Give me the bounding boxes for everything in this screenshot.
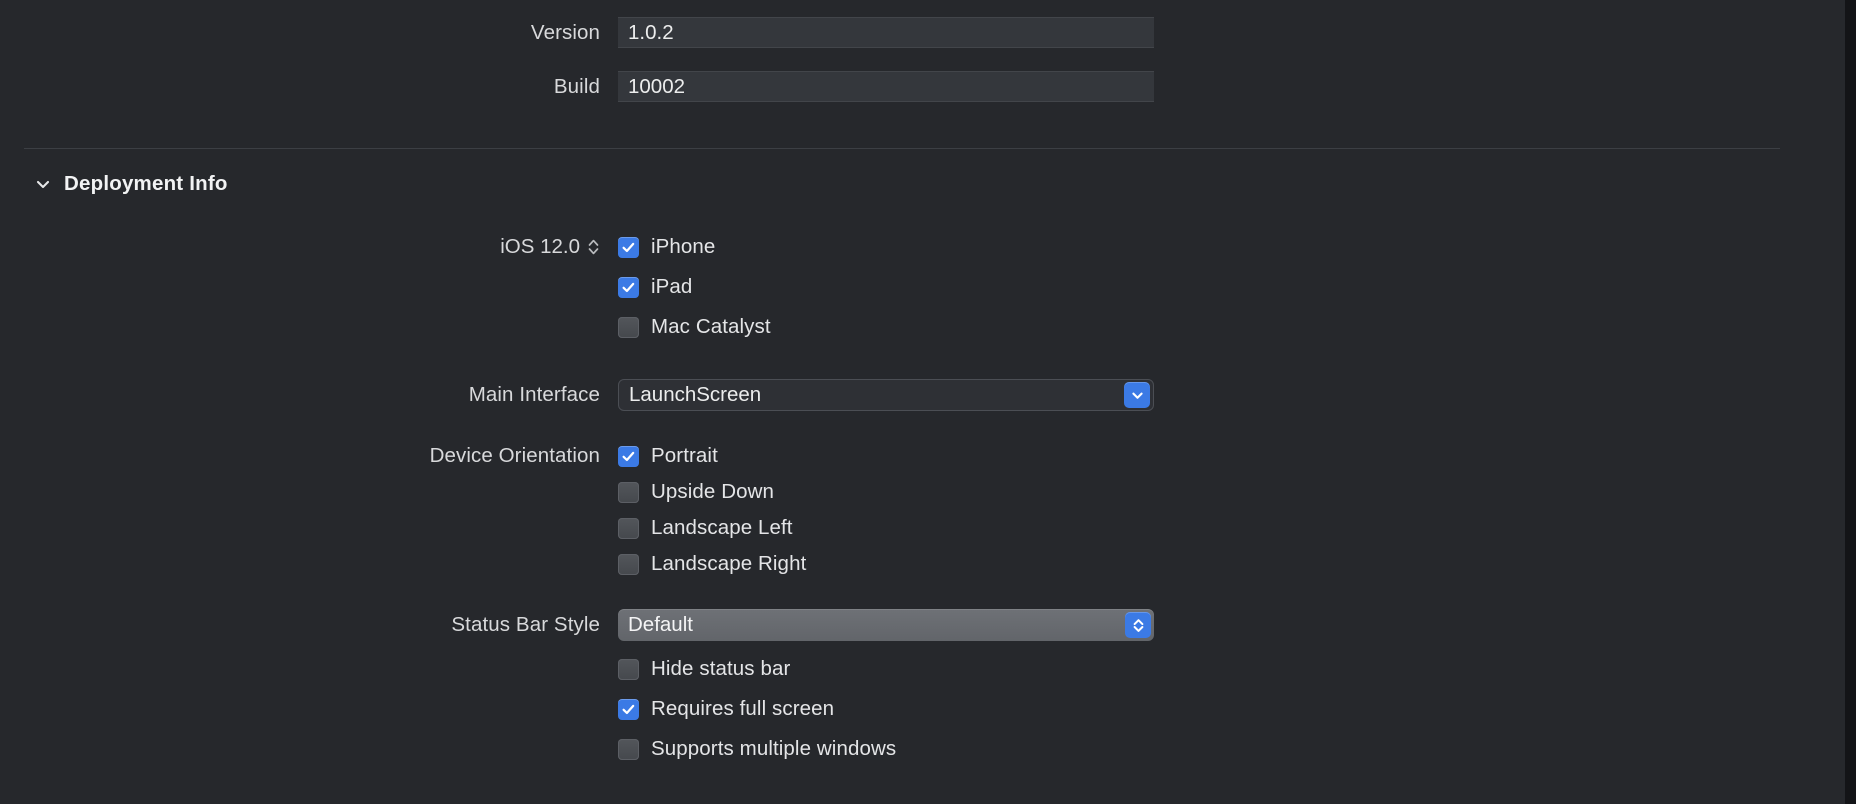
orientation-landscape-left-checkbox-row[interactable]: Landscape Left: [618, 516, 793, 540]
orientation-landscape-left-checkbox[interactable]: [618, 517, 639, 539]
chevron-down-icon[interactable]: [34, 175, 52, 193]
device-ipad-checkbox-row[interactable]: iPad: [618, 275, 692, 299]
deployment-target-stepper[interactable]: iOS 12.0: [0, 235, 618, 259]
orientation-upside-down-checkbox-row[interactable]: Upside Down: [618, 480, 774, 504]
deployment-info-title: Deployment Info: [64, 172, 228, 195]
main-interface-row: Main Interface LaunchScreen: [0, 379, 1154, 411]
version-input[interactable]: 1.0.2: [618, 17, 1154, 48]
orientation-upside-down-checkbox[interactable]: [618, 481, 639, 503]
device-orientation-row: Device Orientation Portrait: [0, 444, 718, 468]
status-bar-style-popup[interactable]: Default: [618, 609, 1154, 641]
version-label: Version: [530, 20, 600, 44]
deployment-info-section-header[interactable]: Deployment Info: [34, 172, 228, 196]
status-bar-style-row: Status Bar Style Default: [0, 609, 1154, 641]
orientation-upside-down-label: Upside Down: [651, 480, 775, 503]
supports-multiple-windows-label: Supports multiple windows: [651, 737, 897, 760]
device-mac-catalyst-checkbox-row[interactable]: Mac Catalyst: [618, 315, 771, 339]
orientation-portrait-checkbox[interactable]: [618, 445, 639, 467]
section-divider: [24, 148, 1780, 149]
hide-status-bar-checkbox[interactable]: [618, 658, 639, 680]
project-settings-pane: Version 1.0.2 Build 10002 Deployment Inf…: [0, 0, 1856, 804]
orientation-portrait-label: Portrait: [651, 444, 718, 467]
status-bar-style-label: Status Bar Style: [451, 613, 600, 636]
device-orientation-label: Device Orientation: [429, 444, 600, 467]
main-interface-label: Main Interface: [468, 383, 600, 406]
deployment-target-row: iOS 12.0 iPhone: [0, 235, 715, 259]
hide-status-bar-checkbox-row[interactable]: Hide status bar: [618, 657, 790, 681]
build-label: Build: [553, 74, 600, 98]
device-mac-catalyst-checkbox[interactable]: [618, 316, 639, 338]
build-row: Build 10002: [0, 71, 1154, 102]
chevron-updown-icon[interactable]: [1125, 612, 1151, 638]
requires-full-screen-label: Requires full screen: [651, 697, 835, 720]
main-interface-value: LaunchScreen: [629, 383, 762, 406]
requires-full-screen-checkbox[interactable]: [618, 698, 639, 720]
device-iphone-label: iPhone: [651, 235, 716, 258]
stepper-updown-icon[interactable]: [587, 237, 600, 257]
supports-multiple-windows-checkbox-row[interactable]: Supports multiple windows: [618, 737, 896, 761]
device-ipad-checkbox[interactable]: [618, 276, 639, 298]
status-bar-style-value: Default: [628, 613, 693, 636]
requires-full-screen-checkbox-row[interactable]: Requires full screen: [618, 697, 834, 721]
device-ipad-label: iPad: [651, 275, 693, 298]
device-mac-catalyst-label: Mac Catalyst: [651, 315, 771, 338]
supports-multiple-windows-checkbox[interactable]: [618, 738, 639, 760]
chevron-down-icon[interactable]: [1124, 382, 1150, 408]
main-interface-combobox[interactable]: LaunchScreen: [618, 379, 1154, 411]
hide-status-bar-label: Hide status bar: [651, 657, 791, 680]
orientation-landscape-right-checkbox-row[interactable]: Landscape Right: [618, 552, 806, 576]
orientation-landscape-left-label: Landscape Left: [651, 516, 793, 539]
device-iphone-checkbox-row[interactable]: iPhone: [618, 235, 715, 259]
orientation-portrait-checkbox-row[interactable]: Portrait: [618, 444, 718, 468]
version-row: Version 1.0.2: [0, 17, 1154, 48]
orientation-landscape-right-checkbox[interactable]: [618, 553, 639, 575]
device-iphone-checkbox[interactable]: [618, 236, 639, 258]
deployment-target-label: iOS 12.0: [500, 235, 580, 258]
orientation-landscape-right-label: Landscape Right: [651, 552, 807, 575]
build-input[interactable]: 10002: [618, 71, 1154, 102]
